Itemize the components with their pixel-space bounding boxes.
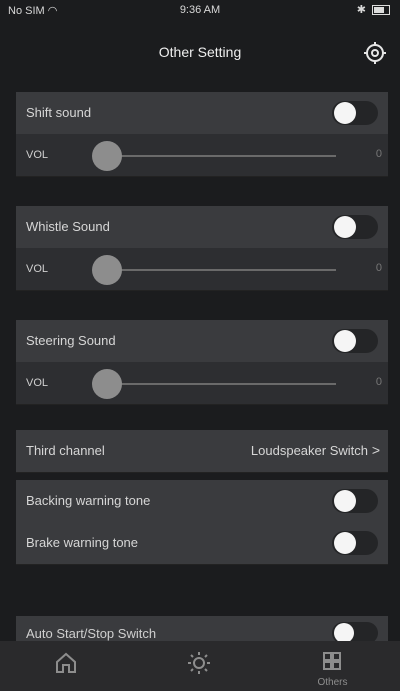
toggle-knob (334, 623, 354, 643)
vol-value: 0 (375, 376, 382, 388)
auto-start-stop-label: Auto Start/Stop Switch (26, 626, 157, 641)
brake-warning-toggle[interactable] (332, 531, 378, 555)
vol-value: 0 (375, 148, 382, 160)
auto-start-stop-row: Auto Start/Stop Switch (16, 616, 388, 644)
toggle-knob (334, 216, 356, 238)
shift-sound-row: Shift sound (16, 92, 388, 135)
steering-sound-label: Steering Sound (26, 333, 116, 348)
toggle-knob (334, 330, 356, 352)
vol-slider-thumb[interactable] (92, 369, 122, 399)
whistle-sound-label: Whistle Sound (26, 219, 110, 234)
shift-sound-label: Shift sound (26, 105, 92, 120)
toggle-knob (334, 490, 356, 512)
whistle-vol-row: VOL 0 (16, 248, 388, 291)
vol-slider-thumb[interactable] (92, 141, 122, 171)
toggle-knob (334, 532, 356, 554)
vol-slider-track[interactable] (108, 155, 336, 157)
tab-label-others: Others (317, 677, 348, 688)
backing-warning-toggle[interactable] (332, 489, 378, 513)
light-icon (188, 652, 210, 674)
steering-vol-row: VOL 0 (16, 362, 388, 405)
home-icon (56, 652, 76, 673)
bluetooth-icon: ✱ (356, 4, 366, 16)
section-whistle-sound: Whistle Sound VOL 0 (16, 206, 388, 291)
vol-slider-track[interactable] (108, 383, 336, 385)
backing-warning-row: Backing warning tone (16, 480, 388, 523)
tab-others[interactable]: Others (266, 641, 399, 691)
vol-slider-track[interactable] (108, 269, 336, 271)
vol-label: VOL (26, 263, 49, 275)
toggle-knob (334, 102, 356, 124)
third-channel-value: Loudspeaker Switch (250, 443, 368, 458)
chevron-right-icon: > (371, 442, 380, 458)
status-bar: No SIM ◠ 9:36 AM ✱ (0, 0, 400, 22)
steering-sound-row: Steering Sound (16, 320, 388, 363)
tab-home[interactable] (0, 641, 133, 691)
brake-warning-label: Brake warning tone (26, 535, 139, 550)
section-shift-sound: Shift sound VOL 0 (16, 92, 388, 177)
gear-icon[interactable] (362, 40, 388, 66)
status-time: 9:36 AM (179, 4, 221, 16)
vol-label: VOL (26, 149, 49, 161)
third-channel-panel: Third channel Loudspeaker Switch > (16, 430, 388, 473)
tab-light[interactable] (133, 641, 266, 691)
status-right: ✱ (357, 3, 390, 16)
backing-warning-label: Backing warning tone (26, 493, 151, 508)
shift-vol-row: VOL 0 (16, 134, 388, 177)
tab-bar: Others (0, 641, 400, 691)
whistle-sound-toggle[interactable] (332, 215, 378, 239)
header: Other Setting (0, 22, 400, 82)
whistle-sound-row: Whistle Sound (16, 206, 388, 249)
third-channel-row[interactable]: Third channel Loudspeaker Switch > (16, 430, 388, 473)
brake-warning-row: Brake warning tone (16, 522, 388, 565)
third-channel-label: Third channel (26, 443, 105, 458)
vol-slider-thumb[interactable] (92, 255, 122, 285)
steering-sound-toggle[interactable] (332, 329, 378, 353)
shift-sound-toggle[interactable] (332, 101, 378, 125)
battery-icon (372, 4, 390, 15)
vol-label: VOL (26, 377, 49, 389)
others-icon (323, 652, 341, 670)
page-title: Other Setting (158, 44, 242, 60)
warnings-panel: Backing warning tone Brake warning tone (16, 480, 388, 565)
vol-value: 0 (375, 262, 382, 274)
section-steering-sound: Steering Sound VOL 0 (16, 320, 388, 405)
